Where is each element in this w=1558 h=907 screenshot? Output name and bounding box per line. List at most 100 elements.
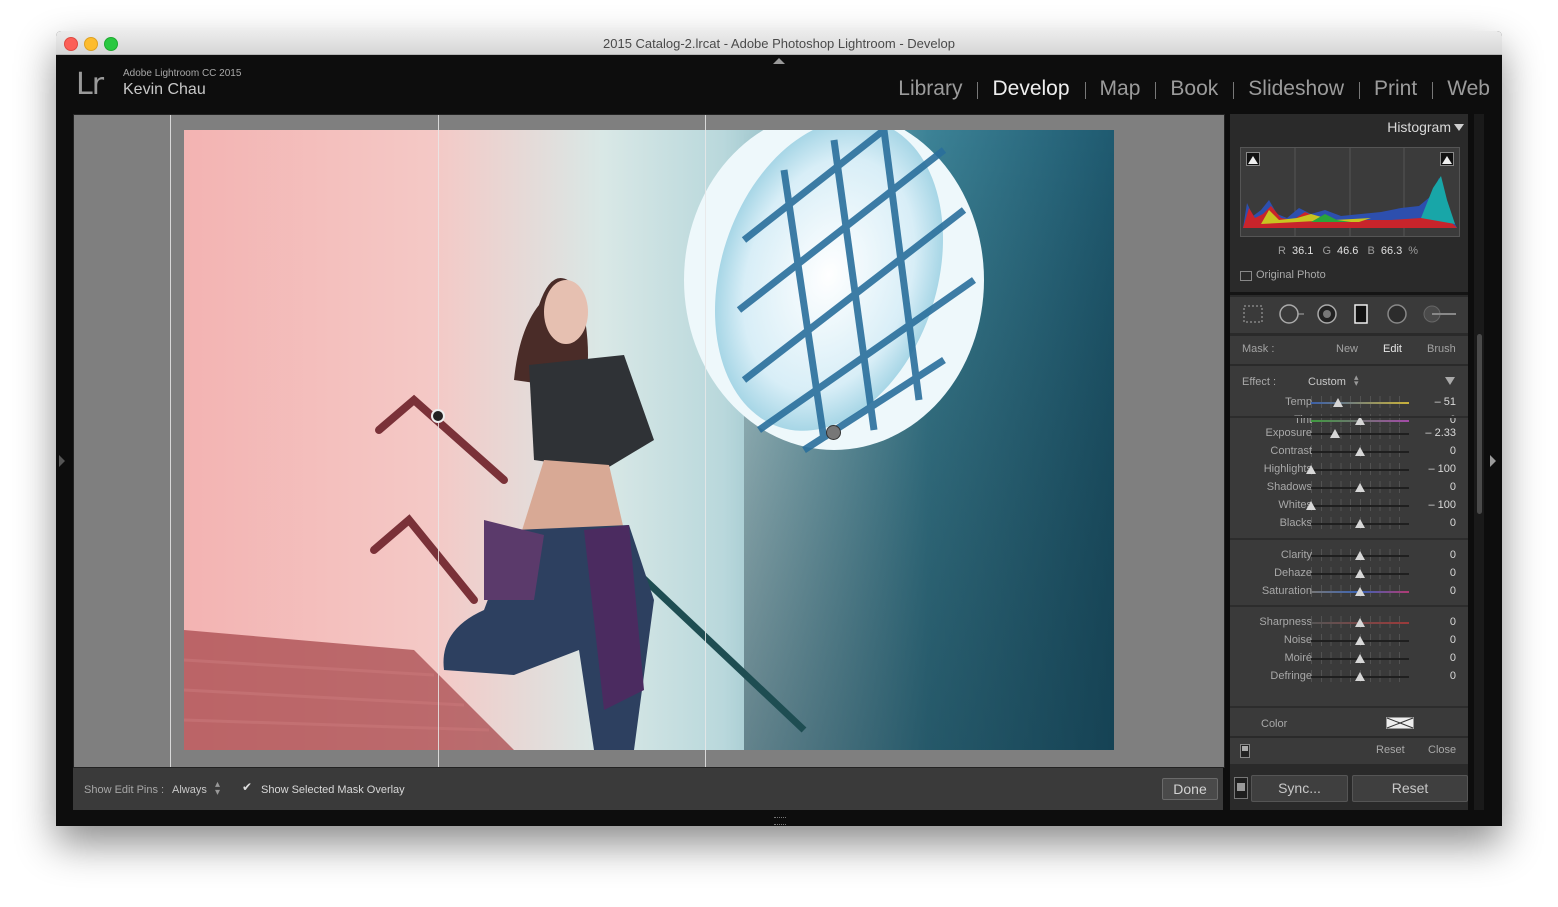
slider-value[interactable]: – 100 xyxy=(1428,463,1456,475)
slider-label: Exposure xyxy=(1265,427,1312,439)
done-button[interactable]: Done xyxy=(1162,778,1218,800)
collapse-top-panel-icon[interactable] xyxy=(773,58,785,64)
slider-value[interactable]: 0 xyxy=(1450,585,1456,597)
original-photo-checkbox[interactable] xyxy=(1240,271,1252,281)
module-develop[interactable]: Develop xyxy=(977,77,1084,101)
slider-track[interactable] xyxy=(1311,433,1409,435)
slider-thumb[interactable] xyxy=(1355,618,1365,627)
image-canvas[interactable] xyxy=(73,114,1225,768)
slider-dehaze[interactable]: Dehaze 0 xyxy=(1230,565,1468,582)
reset-button[interactable]: Reset xyxy=(1352,775,1468,802)
module-map[interactable]: Map xyxy=(1084,77,1156,101)
slider-temp[interactable]: Temp – 51 xyxy=(1230,394,1468,411)
slider-value[interactable]: 0 xyxy=(1450,481,1456,493)
slider-highlights[interactable]: Highlights – 100 xyxy=(1230,461,1468,478)
slider-defringe[interactable]: Defringe 0 xyxy=(1230,668,1468,685)
edit-pins-select[interactable]: Always xyxy=(172,784,207,796)
slider-value[interactable]: 0 xyxy=(1450,652,1456,664)
slider-track[interactable] xyxy=(1311,505,1409,507)
slider-value[interactable]: 0 xyxy=(1450,670,1456,682)
slider-thumb[interactable] xyxy=(1329,429,1340,438)
g-value: 46.6 xyxy=(1337,245,1359,257)
slider-label: Noise xyxy=(1283,634,1312,646)
slider-value[interactable]: 0 xyxy=(1450,517,1456,529)
photo-image xyxy=(184,130,1114,750)
slider-whites[interactable]: Whites – 100 xyxy=(1230,497,1468,514)
slider-thumb[interactable] xyxy=(1355,551,1365,560)
adjustment-brush-icon[interactable] xyxy=(1422,304,1458,324)
slider-thumb[interactable] xyxy=(1355,654,1365,663)
slider-thumb[interactable] xyxy=(1355,483,1365,492)
graduated-filter-icon[interactable] xyxy=(1352,304,1370,324)
slider-clarity[interactable]: Clarity 0 xyxy=(1230,547,1468,564)
slider-value[interactable]: 0 xyxy=(1450,549,1456,561)
g-label: G xyxy=(1322,245,1331,257)
slider-thumb[interactable] xyxy=(1306,465,1316,474)
slider-track[interactable] xyxy=(1311,469,1409,471)
group-divider xyxy=(1230,538,1468,540)
slider-thumb[interactable] xyxy=(1355,519,1365,528)
slider-value[interactable]: – 100 xyxy=(1428,499,1456,511)
spot-removal-icon[interactable] xyxy=(1278,304,1306,324)
slider-thumb[interactable] xyxy=(1355,636,1365,645)
slider-contrast[interactable]: Contrast 0 xyxy=(1230,443,1468,460)
module-web[interactable]: Web xyxy=(1432,77,1490,101)
red-eye-icon[interactable] xyxy=(1316,304,1338,324)
slider-exposure[interactable]: Exposure – 2.33 xyxy=(1230,425,1468,442)
slider-value[interactable]: – 51 xyxy=(1435,396,1456,408)
slider-value[interactable]: 0 xyxy=(1450,445,1456,457)
mask-new-button[interactable]: New xyxy=(1336,343,1358,355)
edit-pin[interactable] xyxy=(826,425,841,440)
panel-toggle-switch-icon[interactable] xyxy=(1240,744,1250,758)
module-slideshow[interactable]: Slideshow xyxy=(1233,77,1359,101)
slider-thumb[interactable] xyxy=(1355,447,1365,456)
panel-close-button[interactable]: Close xyxy=(1428,744,1456,756)
graduated-filter-guide-left[interactable] xyxy=(170,115,171,767)
sync-button[interactable]: Sync... xyxy=(1251,775,1348,802)
slider-thumb[interactable] xyxy=(1355,672,1365,681)
slider-thumb[interactable] xyxy=(1306,501,1316,510)
mask-overlay-checkbox[interactable]: ✔ xyxy=(242,781,253,793)
left-panel-toggle-icon[interactable] xyxy=(59,455,65,467)
crop-icon[interactable] xyxy=(1242,304,1264,324)
edit-pin-selected[interactable] xyxy=(431,409,445,423)
scrollbar-thumb[interactable] xyxy=(1477,334,1482,514)
app-name: Adobe Lightroom CC 2015 xyxy=(123,68,242,79)
slider-thumb[interactable] xyxy=(1355,569,1365,578)
slider-noise[interactable]: Noise 0 xyxy=(1230,632,1468,649)
updown-arrows-icon[interactable]: ▴ ▾ xyxy=(215,780,220,798)
panel-reset-button[interactable]: Reset xyxy=(1376,744,1405,756)
slider-blacks[interactable]: Blacks 0 xyxy=(1230,515,1468,532)
slider-label: Shadows xyxy=(1266,481,1312,493)
histogram-header[interactable]: Histogram xyxy=(1230,114,1468,138)
slider-thumb[interactable] xyxy=(1333,398,1344,407)
updown-arrows-icon[interactable]: ▴ ▾ xyxy=(1354,373,1359,388)
module-print[interactable]: Print xyxy=(1359,77,1432,101)
slider-thumb[interactable] xyxy=(1355,587,1365,596)
right-panel-toggle-icon[interactable] xyxy=(1490,455,1496,467)
color-swatch-none-icon[interactable] xyxy=(1386,717,1414,729)
mask-edit-button[interactable]: Edit xyxy=(1383,343,1402,355)
slider-value[interactable]: – 2.33 xyxy=(1425,427,1456,439)
graduated-filter-guide-right[interactable] xyxy=(705,115,706,767)
collapse-triangle-icon[interactable] xyxy=(1454,124,1464,131)
filmstrip-toggle-icon[interactable] xyxy=(774,817,786,825)
module-book[interactable]: Book xyxy=(1155,77,1233,101)
slider-sharpness[interactable]: Sharpness 0 xyxy=(1230,614,1468,631)
graduated-filter-guide-center[interactable] xyxy=(438,115,439,767)
module-library[interactable]: Library xyxy=(883,77,977,101)
mask-brush-button[interactable]: Brush xyxy=(1427,343,1456,355)
photo-preview[interactable] xyxy=(184,130,1114,750)
slider-track[interactable] xyxy=(1311,402,1409,404)
slider-value[interactable]: 0 xyxy=(1450,567,1456,579)
slider-value[interactable]: 0 xyxy=(1450,616,1456,628)
slider-shadows[interactable]: Shadows 0 xyxy=(1230,479,1468,496)
auto-sync-switch-icon[interactable] xyxy=(1234,777,1248,799)
right-panel-scrollbar[interactable] xyxy=(1474,114,1484,810)
slider-moir[interactable]: Moiré 0 xyxy=(1230,650,1468,667)
slider-value[interactable]: 0 xyxy=(1450,634,1456,646)
radial-filter-icon[interactable] xyxy=(1386,304,1408,324)
slider-saturation[interactable]: Saturation 0 xyxy=(1230,583,1468,600)
effect-preset-select[interactable]: Custom xyxy=(1308,376,1346,388)
effect-collapse-icon[interactable] xyxy=(1445,377,1455,385)
